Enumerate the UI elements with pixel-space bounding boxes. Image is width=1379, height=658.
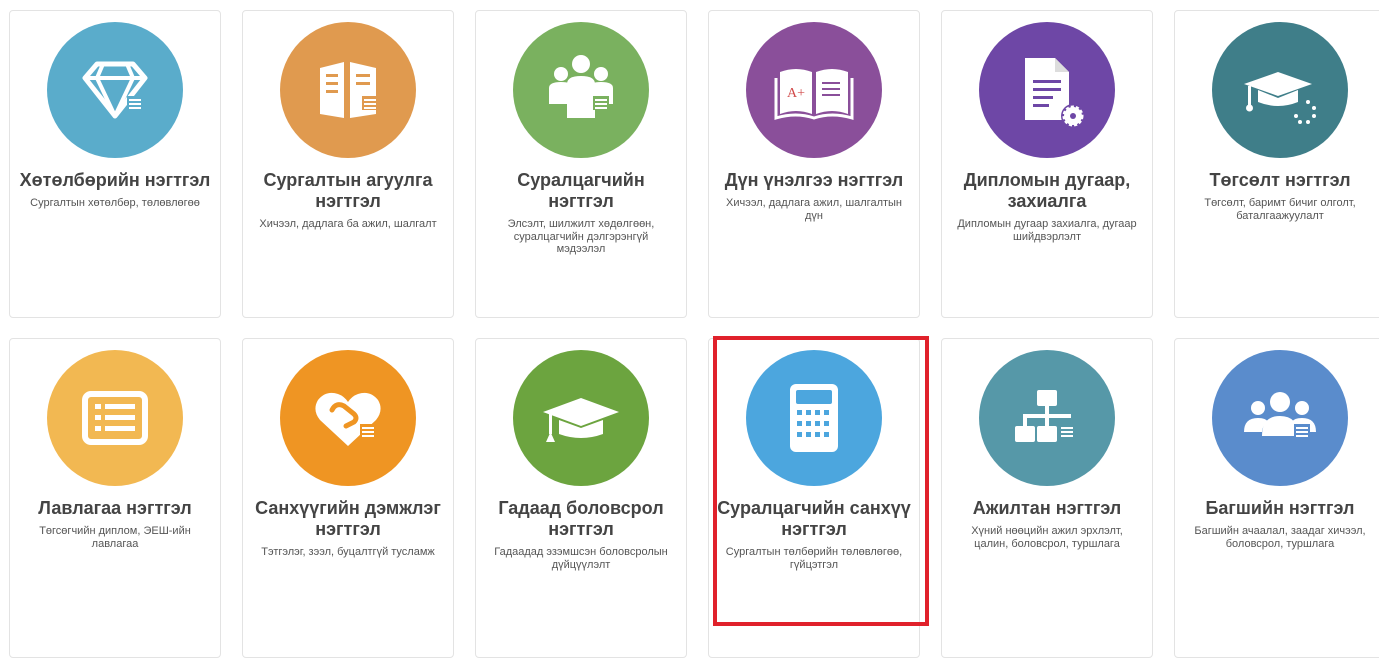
module-title: Багшийн нэгтгэл — [1205, 498, 1355, 518]
module-title: Санхүүгийн дэмжлэг нэгтгэл — [255, 498, 441, 539]
users-icon — [1244, 392, 1316, 438]
calculator-icon — [790, 384, 838, 452]
module-icon-circle — [513, 350, 649, 486]
module-icon-circle — [1212, 22, 1348, 158]
module-icon-circle — [979, 22, 1115, 158]
module-title: Дипломын дугаар, захиалга — [963, 170, 1131, 211]
diamond-icon — [82, 61, 148, 119]
heart-hand-icon — [315, 392, 381, 446]
module-icon-circle — [1212, 350, 1348, 486]
module-card-staff[interactable]: Ажилтан нэгтгэл Хүний нөөцийн ажил эрхлэ… — [941, 338, 1153, 658]
module-icon-circle — [280, 22, 416, 158]
module-title: Дүн үнэлгээ нэгтгэл — [724, 170, 904, 190]
module-title: Гадаад боловсрол нэгтгэл — [498, 498, 664, 539]
module-icon-circle — [513, 22, 649, 158]
module-title: Суралцагчийн нэгтгэл — [517, 170, 645, 211]
module-title: Ажилтан нэгтгэл — [972, 498, 1122, 518]
module-description: Хичээл, дадлага ажил, шалгалтын дүн — [726, 197, 902, 222]
module-title: Төгсөлт нэгтгэл — [1209, 170, 1351, 190]
module-icon-circle — [280, 350, 416, 486]
module-card-foreign-education[interactable]: Гадаад боловсрол нэгтгэл Гадаадад эзэмшс… — [475, 338, 687, 658]
students-icon — [549, 55, 613, 118]
module-title: Хөтөлбөрийн нэгтгэл — [19, 170, 211, 190]
graduation-loading-icon — [1244, 72, 1316, 124]
module-description: Төгсөгчийн диплом, ЭЕШ-ийн лавлагаа — [39, 525, 191, 550]
module-card-program[interactable]: Хөтөлбөрийн нэгтгэл Сургалтын хөтөлбөр, … — [9, 10, 221, 318]
module-card-diploma[interactable]: Дипломын дугаар, захиалга Дипломын дугаа… — [941, 10, 1153, 318]
module-icon-circle — [47, 22, 183, 158]
module-description: Сургалтын төлбөрийн төлөвлөгөө, гүйцэтгэ… — [725, 546, 903, 571]
module-title: Суралцагчийн санхүү нэгтгэл — [717, 498, 911, 539]
module-icon-circle — [979, 350, 1115, 486]
module-card-financial-support[interactable]: Санхүүгийн дэмжлэг нэгтгэл Тэтгэлэг, зээ… — [242, 338, 454, 658]
org-chart-icon — [1015, 390, 1075, 442]
module-card-student-finance[interactable]: Суралцагчийн санхүү нэгтгэл Сургалтын тө… — [708, 338, 920, 658]
module-icon-circle: A+ — [746, 22, 882, 158]
module-icon-circle — [47, 350, 183, 486]
graded-book-icon: A+ — [774, 69, 854, 121]
svg-text:A+: A+ — [787, 86, 805, 101]
module-card-graduation[interactable]: Төгсөлт нэгтгэл Төгсөлт, баримт бичиг ол… — [1174, 10, 1379, 318]
list-icon — [82, 391, 148, 445]
module-description: Төгсөлт, баримт бичиг олголт, баталгаажу… — [1204, 197, 1356, 222]
module-description: Хүний нөөцийн ажил эрхлэлт, цалин, болов… — [971, 525, 1123, 550]
module-card-grades[interactable]: A+ Дүн үнэлгээ нэгтгэл Хичээл, дадлага а… — [708, 10, 920, 318]
module-description: Багшийн ачаалал, заадаг хичээл, боловсро… — [1194, 525, 1366, 550]
module-icon-circle — [746, 350, 882, 486]
module-card-reference[interactable]: Лавлагаа нэгтгэл Төгсөгчийн диплом, ЭЕШ-… — [9, 338, 221, 658]
module-description: Дипломын дугаар захиалга, дугаар шийдвэр… — [957, 218, 1137, 243]
module-title: Сургалтын агуулга нэгтгэл — [263, 170, 433, 211]
module-description: Элсэлт, шилжилт хөдөлгөөн, суралцагчийн … — [507, 218, 655, 255]
module-title: Лавлагаа нэгтгэл — [38, 498, 192, 518]
module-card-students[interactable]: Суралцагчийн нэгтгэл Элсэлт, шилжилт хөд… — [475, 10, 687, 318]
module-description: Гадаадад эзэмшсэн боловсролын дүйцүүлэлт — [494, 546, 668, 571]
module-description: Сургалтын хөтөлбөр, төлөвлөгөө — [30, 197, 200, 209]
module-card-teachers[interactable]: Багшийн нэгтгэл Багшийн ачаалал, заадаг … — [1174, 338, 1379, 658]
document-gear-icon — [1025, 58, 1085, 128]
module-card-curriculum[interactable]: Сургалтын агуулга нэгтгэл Хичээл, дадлаг… — [242, 10, 454, 318]
module-description: Тэтгэлэг, зээл, буцалтгүй тусламж — [261, 546, 435, 558]
module-description: Хичээл, дадлага ба ажил, шалгалт — [259, 218, 437, 230]
open-book-icon — [320, 62, 378, 118]
graduation-cap-icon — [543, 398, 619, 442]
